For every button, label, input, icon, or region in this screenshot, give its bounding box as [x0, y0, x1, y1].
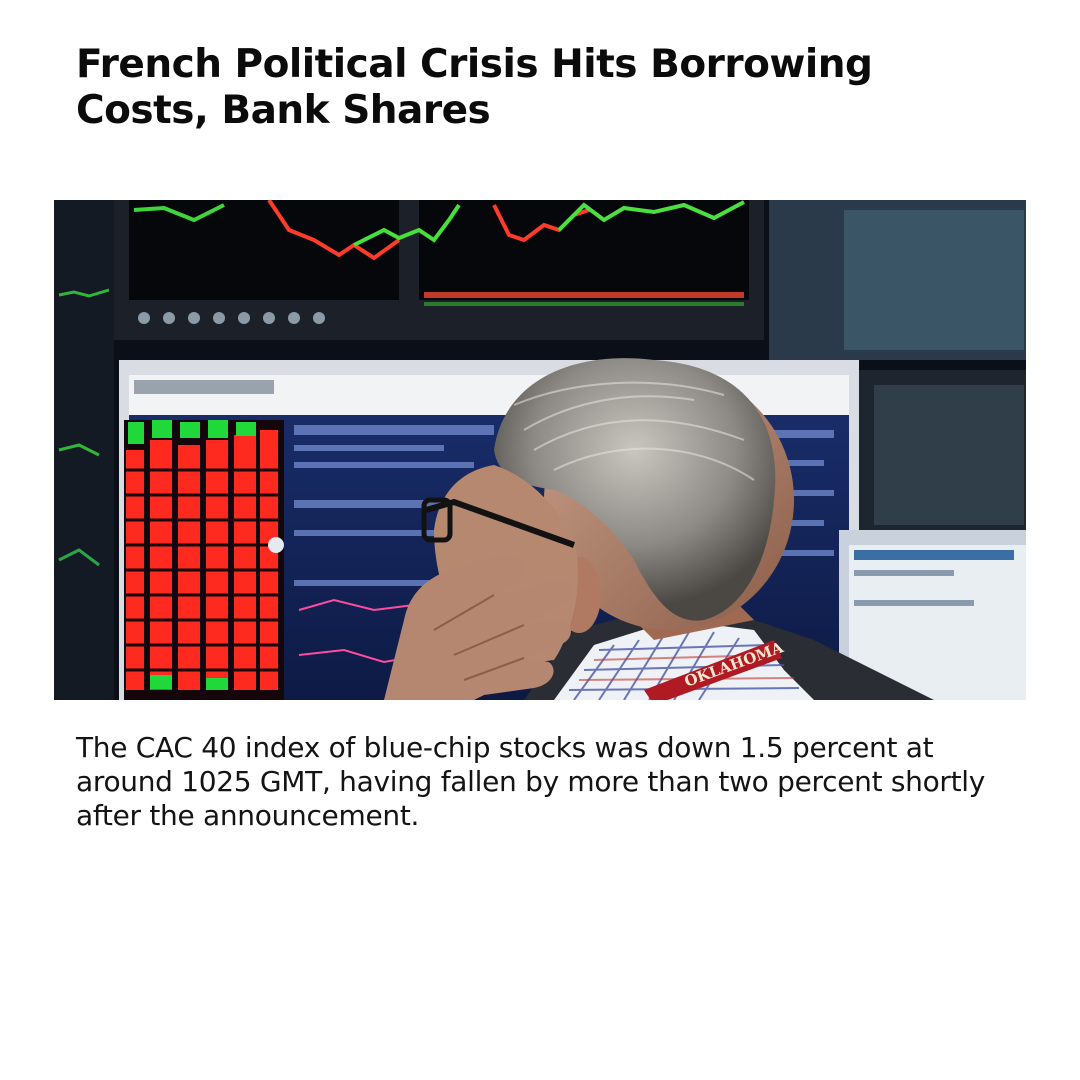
article-caption: The CAC 40 index of blue-chip stocks was…: [76, 731, 986, 832]
article-photo: OKLAHOMA: [54, 200, 1026, 700]
article-headline: French Political Crisis Hits Borrowing C…: [76, 42, 873, 133]
